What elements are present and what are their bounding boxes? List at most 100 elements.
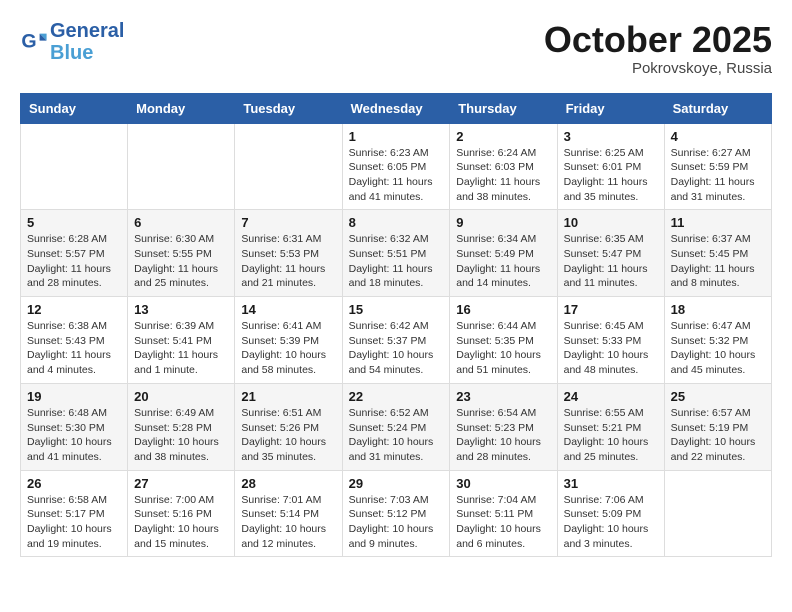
day-info: Sunrise: 6:49 AMSunset: 5:28 PMDaylight:… — [134, 406, 228, 465]
week-row-5: 26Sunrise: 6:58 AMSunset: 5:17 PMDayligh… — [21, 470, 772, 557]
day-info: Sunrise: 6:54 AMSunset: 5:23 PMDaylight:… — [456, 406, 550, 465]
title-block: October 2025 Pokrovskoye, Russia — [544, 20, 772, 77]
svg-text:G: G — [21, 31, 36, 53]
col-header-monday: Monday — [128, 93, 235, 123]
day-info: Sunrise: 6:52 AMSunset: 5:24 PMDaylight:… — [349, 406, 444, 465]
day-number: 2 — [456, 129, 550, 144]
day-cell: 4 Sunrise: 6:27 AMSunset: 5:59 PMDaylight… — [664, 123, 771, 210]
calendar-table: SundayMondayTuesdayWednesdayThursdayFrid… — [20, 93, 772, 558]
day-number: 29 — [349, 476, 444, 491]
day-info: Sunrise: 6:31 AMSunset: 5:53 PMDaylight:… — [241, 232, 335, 291]
day-number: 5 — [27, 215, 121, 230]
day-cell — [128, 123, 235, 210]
logo-general: General — [50, 20, 124, 42]
day-number: 7 — [241, 215, 335, 230]
day-info: Sunrise: 6:48 AMSunset: 5:30 PMDaylight:… — [27, 406, 121, 465]
logo: G General Blue — [20, 20, 124, 64]
day-number: 10 — [564, 215, 658, 230]
day-info: Sunrise: 6:37 AMSunset: 5:45 PMDaylight:… — [671, 232, 765, 291]
day-info: Sunrise: 6:38 AMSunset: 5:43 PMDaylight:… — [27, 319, 121, 378]
day-info: Sunrise: 6:57 AMSunset: 5:19 PMDaylight:… — [671, 406, 765, 465]
page-header: G General Blue October 2025 Pokrovskoye,… — [20, 20, 772, 77]
day-cell: 15Sunrise: 6:42 AMSunset: 5:37 PMDayligh… — [342, 297, 450, 384]
week-row-2: 5 Sunrise: 6:28 AMSunset: 5:57 PMDaylight… — [21, 210, 772, 297]
day-info: Sunrise: 6:44 AMSunset: 5:35 PMDaylight:… — [456, 319, 550, 378]
day-number: 12 — [27, 302, 121, 317]
day-info: Sunrise: 6:25 AMSunset: 6:01 PMDaylight:… — [564, 146, 658, 205]
day-cell: 18Sunrise: 6:47 AMSunset: 5:32 PMDayligh… — [664, 297, 771, 384]
day-cell: 7 Sunrise: 6:31 AMSunset: 5:53 PMDaylight… — [235, 210, 342, 297]
day-number: 3 — [564, 129, 658, 144]
day-number: 31 — [564, 476, 658, 491]
day-number: 19 — [27, 389, 121, 404]
day-number: 17 — [564, 302, 658, 317]
day-number: 21 — [241, 389, 335, 404]
day-number: 16 — [456, 302, 550, 317]
col-header-wednesday: Wednesday — [342, 93, 450, 123]
day-number: 6 — [134, 215, 228, 230]
day-cell: 16 Sunrise: 6:44 AMSunset: 5:35 PMDayligh… — [450, 297, 557, 384]
day-cell: 19 Sunrise: 6:48 AMSunset: 5:30 PMDayligh… — [21, 383, 128, 470]
day-cell: 17 Sunrise: 6:45 AMSunset: 5:33 PMDayligh… — [557, 297, 664, 384]
day-cell: 10 Sunrise: 6:35 AMSunset: 5:47 PMDayligh… — [557, 210, 664, 297]
day-cell: 29 Sunrise: 7:03 AMSunset: 5:12 PMDayligh… — [342, 470, 450, 557]
day-cell: 20 Sunrise: 6:49 AMSunset: 5:28 PMDayligh… — [128, 383, 235, 470]
day-cell: 2Sunrise: 6:24 AMSunset: 6:03 PMDaylight… — [450, 123, 557, 210]
week-row-1: 1Sunrise: 6:23 AMSunset: 6:05 PMDaylight… — [21, 123, 772, 210]
day-info: Sunrise: 6:35 AMSunset: 5:47 PMDaylight:… — [564, 232, 658, 291]
day-cell: 31 Sunrise: 7:06 AMSunset: 5:09 PMDayligh… — [557, 470, 664, 557]
day-cell: 13Sunrise: 6:39 AMSunset: 5:41 PMDayligh… — [128, 297, 235, 384]
day-info: Sunrise: 6:34 AMSunset: 5:49 PMDaylight:… — [456, 232, 550, 291]
day-info: Sunrise: 7:03 AMSunset: 5:12 PMDaylight:… — [349, 493, 444, 552]
day-number: 26 — [27, 476, 121, 491]
day-cell: 25 Sunrise: 6:57 AMSunset: 5:19 PMDayligh… — [664, 383, 771, 470]
col-header-friday: Friday — [557, 93, 664, 123]
logo-icon: G — [20, 28, 48, 56]
day-number: 13 — [134, 302, 228, 317]
day-cell: 27Sunrise: 7:00 AMSunset: 5:16 PMDayligh… — [128, 470, 235, 557]
day-cell — [664, 470, 771, 557]
day-number: 11 — [671, 215, 765, 230]
day-info: Sunrise: 7:06 AMSunset: 5:09 PMDaylight:… — [564, 493, 658, 552]
day-cell: 11 Sunrise: 6:37 AMSunset: 5:45 PMDayligh… — [664, 210, 771, 297]
day-cell: 1Sunrise: 6:23 AMSunset: 6:05 PMDaylight… — [342, 123, 450, 210]
day-cell: 24 Sunrise: 6:55 AMSunset: 5:21 PMDayligh… — [557, 383, 664, 470]
location: Pokrovskoye, Russia — [544, 60, 772, 77]
day-info: Sunrise: 6:30 AMSunset: 5:55 PMDaylight:… — [134, 232, 228, 291]
day-cell: 3 Sunrise: 6:25 AMSunset: 6:01 PMDaylight… — [557, 123, 664, 210]
day-cell: 21 Sunrise: 6:51 AMSunset: 5:26 PMDayligh… — [235, 383, 342, 470]
day-info: Sunrise: 7:00 AMSunset: 5:16 PMDaylight:… — [134, 493, 228, 552]
day-number: 25 — [671, 389, 765, 404]
day-cell: 30 Sunrise: 7:04 AMSunset: 5:11 PMDayligh… — [450, 470, 557, 557]
day-number: 30 — [456, 476, 550, 491]
day-cell: 12 Sunrise: 6:38 AMSunset: 5:43 PMDayligh… — [21, 297, 128, 384]
day-number: 4 — [671, 129, 765, 144]
day-cell: 8Sunrise: 6:32 AMSunset: 5:51 PMDaylight… — [342, 210, 450, 297]
col-header-thursday: Thursday — [450, 93, 557, 123]
col-header-saturday: Saturday — [664, 93, 771, 123]
day-number: 15 — [349, 302, 444, 317]
day-number: 23 — [456, 389, 550, 404]
day-cell: 28Sunrise: 7:01 AMSunset: 5:14 PMDayligh… — [235, 470, 342, 557]
col-header-sunday: Sunday — [21, 93, 128, 123]
day-number: 14 — [241, 302, 335, 317]
day-cell: 6 Sunrise: 6:30 AMSunset: 5:55 PMDaylight… — [128, 210, 235, 297]
day-info: Sunrise: 6:45 AMSunset: 5:33 PMDaylight:… — [564, 319, 658, 378]
day-cell — [235, 123, 342, 210]
day-number: 20 — [134, 389, 228, 404]
day-cell: 14 Sunrise: 6:41 AMSunset: 5:39 PMDayligh… — [235, 297, 342, 384]
day-number: 9 — [456, 215, 550, 230]
week-row-4: 19 Sunrise: 6:48 AMSunset: 5:30 PMDayligh… — [21, 383, 772, 470]
calendar-header-row: SundayMondayTuesdayWednesdayThursdayFrid… — [21, 93, 772, 123]
day-info: Sunrise: 6:27 AMSunset: 5:59 PMDaylight:… — [671, 146, 765, 205]
day-info: Sunrise: 7:04 AMSunset: 5:11 PMDaylight:… — [456, 493, 550, 552]
day-info: Sunrise: 6:51 AMSunset: 5:26 PMDaylight:… — [241, 406, 335, 465]
day-info: Sunrise: 6:55 AMSunset: 5:21 PMDaylight:… — [564, 406, 658, 465]
day-number: 22 — [349, 389, 444, 404]
day-info: Sunrise: 6:28 AMSunset: 5:57 PMDaylight:… — [27, 232, 121, 291]
day-number: 28 — [241, 476, 335, 491]
day-cell: 26Sunrise: 6:58 AMSunset: 5:17 PMDayligh… — [21, 470, 128, 557]
day-number: 24 — [564, 389, 658, 404]
day-info: Sunrise: 6:41 AMSunset: 5:39 PMDaylight:… — [241, 319, 335, 378]
day-number: 8 — [349, 215, 444, 230]
